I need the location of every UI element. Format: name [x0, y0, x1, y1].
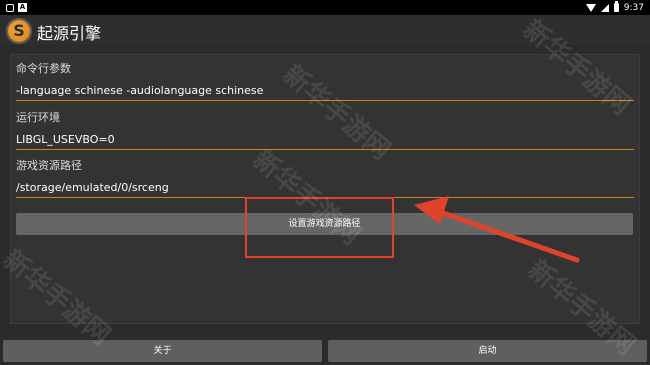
status-time: 9:37: [623, 2, 644, 13]
highlight-box: [245, 197, 394, 258]
notification-a-icon: A: [18, 3, 27, 12]
runtime-env-label: 运行环境: [16, 111, 60, 124]
launch-button[interactable]: 启动: [328, 340, 647, 362]
app-logo-icon: S: [6, 18, 32, 44]
app-title: 起源引擎: [37, 24, 102, 43]
command-line-label: 命令行参数: [16, 62, 71, 75]
about-button[interactable]: 关于: [3, 340, 322, 362]
app-bar: S 起源引擎: [0, 15, 650, 45]
wifi-icon: [585, 3, 596, 12]
command-line-field[interactable]: -language schinese -audiolanguage schine…: [16, 84, 634, 101]
status-bar: A 9:37: [0, 0, 650, 15]
battery-icon: [613, 1, 619, 12]
resource-path-field[interactable]: /storage/emulated/0/srceng: [16, 181, 634, 198]
runtime-env-field[interactable]: LIBGL_USEVBO=0: [16, 133, 634, 150]
signal-icon: [600, 3, 609, 12]
notification-square-icon: [6, 3, 14, 12]
resource-path-label: 游戏资源路径: [16, 159, 82, 172]
